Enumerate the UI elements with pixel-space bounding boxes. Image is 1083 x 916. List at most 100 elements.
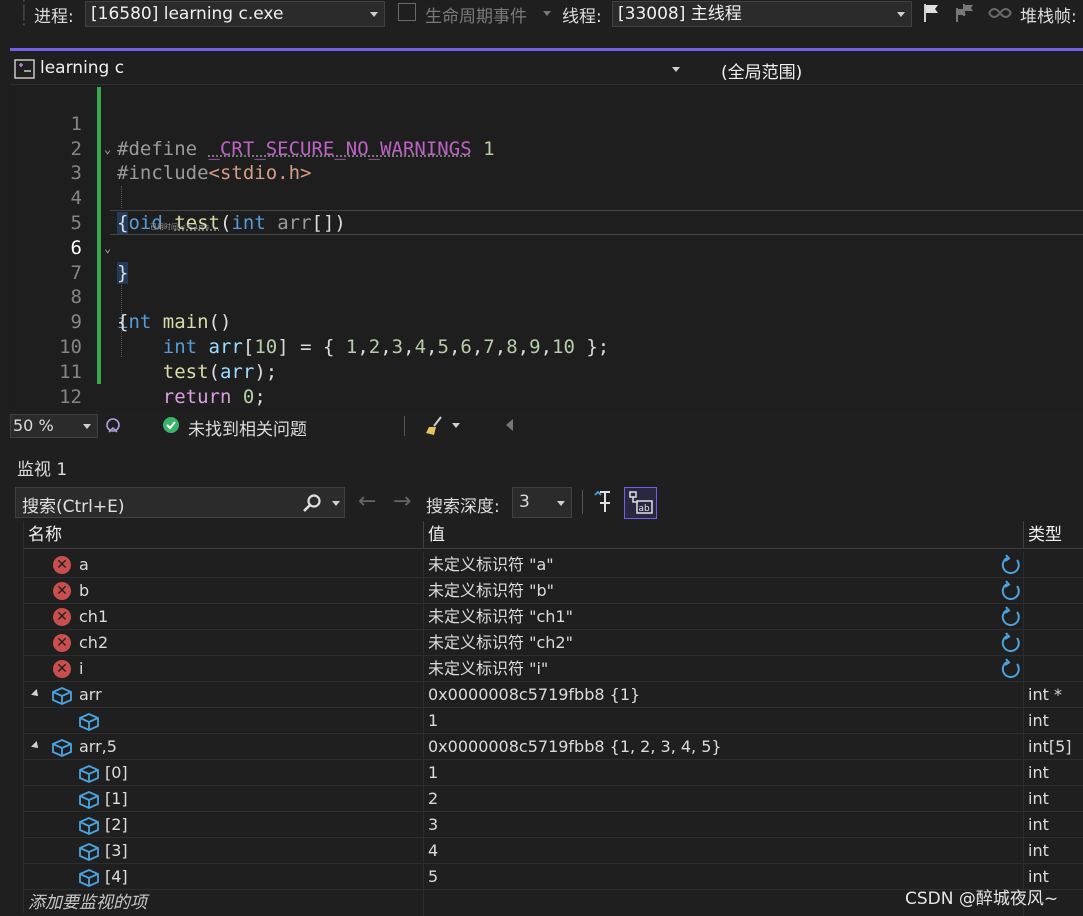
- ab-format-icon: ab: [629, 491, 653, 514]
- refresh-icon[interactable]: [1000, 580, 1022, 602]
- scroll-left-icon[interactable]: [506, 419, 513, 431]
- variable-cube-icon: [79, 791, 99, 809]
- column-header-label: 值: [428, 525, 445, 545]
- watch-name-cell[interactable]: ✕ a: [24, 552, 424, 578]
- thread-filter-icon[interactable]: [988, 4, 1012, 22]
- column-header-value[interactable]: 值: [424, 521, 1024, 549]
- watch-name: arr: [79, 685, 102, 704]
- watch-value-cell[interactable]: 未定义标识符 "i": [424, 656, 1024, 682]
- column-header-name[interactable]: 名称: [24, 521, 424, 549]
- watch-value-cell[interactable]: 未定义标识符 "ch2": [424, 630, 1024, 656]
- svg-text:ab: ab: [639, 504, 651, 514]
- watch-name-cell[interactable]: ✕ ch1: [24, 604, 424, 630]
- table-row[interactable]: [3] 4 int: [24, 838, 1083, 864]
- hex-display-toggle[interactable]: ab: [624, 487, 657, 519]
- watch-name-cell[interactable]: [1]: [24, 786, 424, 812]
- table-row[interactable]: ✕ b 未定义标识符 "b": [24, 578, 1083, 604]
- watch-value-cell[interactable]: 2: [424, 786, 1024, 812]
- watch-name-cell[interactable]: [4]: [24, 864, 424, 890]
- watermark: CSDN @醉城夜风~: [905, 889, 1059, 909]
- watch-value-cell[interactable]: 1: [424, 708, 1024, 734]
- watch-value-cell[interactable]: 未定义标识符 "a": [424, 552, 1024, 578]
- zoom-dropdown[interactable]: 50 %: [10, 414, 98, 438]
- table-row[interactable]: [2] 3 int: [24, 812, 1083, 838]
- watch-value-cell[interactable]: 0x0000008c5719fbb8 {1}: [424, 682, 1024, 708]
- active-tab-indicator: [10, 48, 1083, 51]
- search-icon[interactable]: [302, 493, 322, 513]
- file-scope-dropdown[interactable]: learning c: [40, 58, 124, 78]
- process-value: [16580] learning c.exe: [91, 4, 284, 24]
- code-text: return 0;: [162, 385, 266, 408]
- watch-name-cell[interactable]: ✕ ch2: [24, 630, 424, 656]
- add-watch-placeholder[interactable]: 添加要监视的项: [28, 890, 147, 916]
- watch-type: int[5]: [1028, 737, 1072, 756]
- row-header-strip: [10, 521, 24, 913]
- add-watch-cell[interactable]: 添加要监视的项: [24, 890, 424, 916]
- watch-value-cell[interactable]: 4: [424, 838, 1024, 864]
- refresh-icon[interactable]: [1000, 606, 1022, 628]
- lifecycle-label[interactable]: 生命周期事件: [425, 2, 527, 27]
- code-cleanup-broom-icon[interactable]: [424, 415, 446, 437]
- table-row[interactable]: [0] 1 int: [24, 760, 1083, 786]
- watch-name-cell[interactable]: [24, 708, 424, 734]
- watch-name-cell[interactable]: [2]: [24, 812, 424, 838]
- collapse-chevron-icon[interactable]: ⌄: [104, 137, 111, 162]
- watch-name: [1]: [105, 789, 128, 808]
- divider: [404, 416, 405, 436]
- variable-cube-icon: [79, 765, 99, 783]
- breakpoint-margin[interactable]: [0, 86, 10, 412]
- chevron-down-icon[interactable]: [672, 67, 680, 72]
- error-icon: ✕: [53, 660, 71, 678]
- watch-name-cell[interactable]: arr,5: [24, 734, 424, 760]
- watch-name-cell[interactable]: [3]: [24, 838, 424, 864]
- expand-collapse-icon[interactable]: [31, 689, 41, 699]
- forward-arrow-icon[interactable]: →: [393, 489, 411, 514]
- watch-value-cell[interactable]: 3: [424, 812, 1024, 838]
- watch-value-cell[interactable]: 未定义标识符 "ch1": [424, 604, 1024, 630]
- horizontal-scrollbar[interactable]: [525, 417, 1083, 435]
- refresh-icon[interactable]: [1000, 554, 1022, 576]
- watch-name-cell[interactable]: ✕ b: [24, 578, 424, 604]
- chevron-down-icon[interactable]: [332, 501, 340, 506]
- column-header-label: 类型: [1028, 525, 1062, 545]
- table-row[interactable]: arr 0x0000008c5719fbb8 {1} int *: [24, 682, 1083, 708]
- search-box[interactable]: 搜索(Ctrl+E): [15, 487, 345, 518]
- table-row[interactable]: ✕ ch1 未定义标识符 "ch1": [24, 604, 1083, 630]
- table-row[interactable]: ✕ ch2 未定义标识符 "ch2": [24, 630, 1083, 656]
- column-header-type[interactable]: 类型: [1024, 521, 1083, 549]
- search-input[interactable]: 搜索(Ctrl+E): [22, 492, 125, 517]
- watch-value-cell[interactable]: 0x0000008c5719fbb8 {1, 2, 3, 4, 5}: [424, 734, 1024, 760]
- intellicode-icon[interactable]: [103, 416, 123, 436]
- thread-dropdown[interactable]: [33008] 主线程: [612, 1, 912, 27]
- watch-name: a: [79, 555, 89, 574]
- process-dropdown[interactable]: [16580] learning c.exe: [85, 1, 385, 27]
- chevron-down-icon[interactable]: [452, 423, 460, 428]
- watch-value: 未定义标识符 "ch1": [428, 607, 573, 626]
- global-scope-dropdown[interactable]: (全局范围): [721, 58, 802, 83]
- table-row[interactable]: [1] 2 int: [24, 786, 1083, 812]
- code-editor[interactable]: 1 #define _CRT_SECURE_NO_WARNINGS 1 2 #i…: [10, 86, 1083, 412]
- watch-type-cell: [1024, 656, 1083, 682]
- watch-name-cell[interactable]: arr: [24, 682, 424, 708]
- flag-group-icon[interactable]: [954, 2, 976, 24]
- code-line: 11 return 0;: [10, 335, 1083, 408]
- issues-status[interactable]: 未找到相关问题: [188, 415, 307, 440]
- refresh-icon[interactable]: [1000, 658, 1022, 680]
- table-row[interactable]: arr,5 0x0000008c5719fbb8 {1, 2, 3, 4, 5}…: [24, 734, 1083, 760]
- watch-value-cell[interactable]: 未定义标识符 "b": [424, 578, 1024, 604]
- table-row[interactable]: ✕ i 未定义标识符 "i": [24, 656, 1083, 682]
- watch-name-cell[interactable]: [0]: [24, 760, 424, 786]
- watch-name: i: [79, 659, 84, 678]
- watch-name-cell[interactable]: ✕ i: [24, 656, 424, 682]
- collapse-chevron-icon[interactable]: ⌄: [104, 236, 111, 261]
- flag-icon[interactable]: [922, 2, 942, 24]
- back-arrow-icon[interactable]: ←: [358, 489, 376, 514]
- refresh-icon[interactable]: [1000, 632, 1022, 654]
- table-row[interactable]: ✕ a 未定义标识符 "a": [24, 552, 1083, 578]
- table-row[interactable]: 1 int: [24, 708, 1083, 734]
- search-depth-dropdown[interactable]: 3: [512, 487, 572, 518]
- pin-icon[interactable]: [592, 489, 616, 515]
- watch-type: int: [1028, 789, 1049, 808]
- watch-value-cell[interactable]: 1: [424, 760, 1024, 786]
- expand-collapse-icon[interactable]: [31, 741, 41, 751]
